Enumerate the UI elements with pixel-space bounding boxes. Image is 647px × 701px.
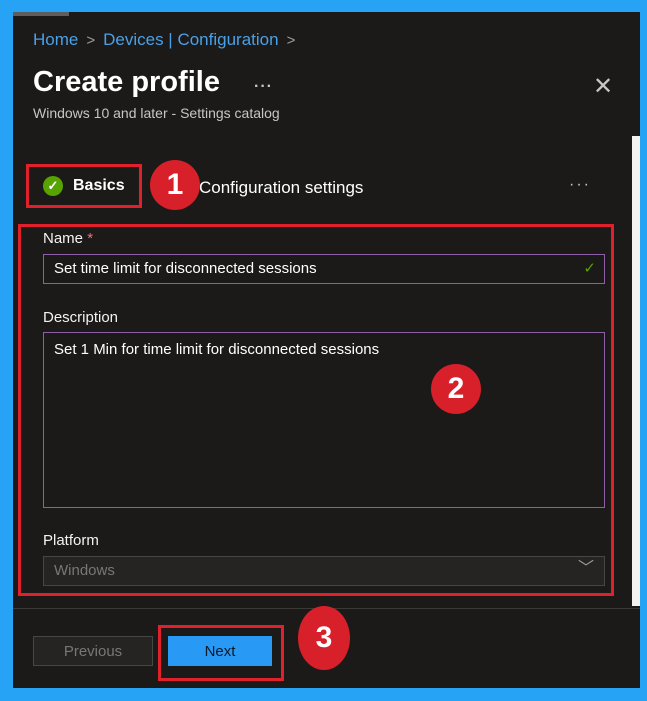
chevron-right-icon: > [286,31,296,49]
close-icon[interactable]: ✕ [593,72,613,101]
loading-bar [13,12,69,16]
previous-button: Previous [33,636,153,666]
tab-configuration-settings[interactable]: Configuration settings [199,178,363,198]
annotation-box-2 [18,224,614,596]
annotation-box-3 [158,625,284,681]
annotation-badge-3: 3 [298,606,350,670]
breadcrumb-home[interactable]: Home [33,30,78,50]
annotation-badge-1: 1 [150,160,200,210]
annotation-box-1 [26,164,142,208]
page-title-text: Create profile [33,66,220,98]
page-subtitle: Windows 10 and later - Settings catalog [33,105,280,121]
scrollbar[interactable] [632,136,640,606]
breadcrumb: Home > Devices | Configuration > [33,30,295,50]
annotation-badge-2: 2 [431,364,481,414]
more-options-icon[interactable]: ··· [254,78,273,95]
breadcrumb-devices-configuration[interactable]: Devices | Configuration [103,30,278,50]
tabs-more-icon[interactable]: ··· [569,176,591,194]
page-title: Create profile ··· [33,66,273,99]
chevron-right-icon: > [86,31,96,49]
